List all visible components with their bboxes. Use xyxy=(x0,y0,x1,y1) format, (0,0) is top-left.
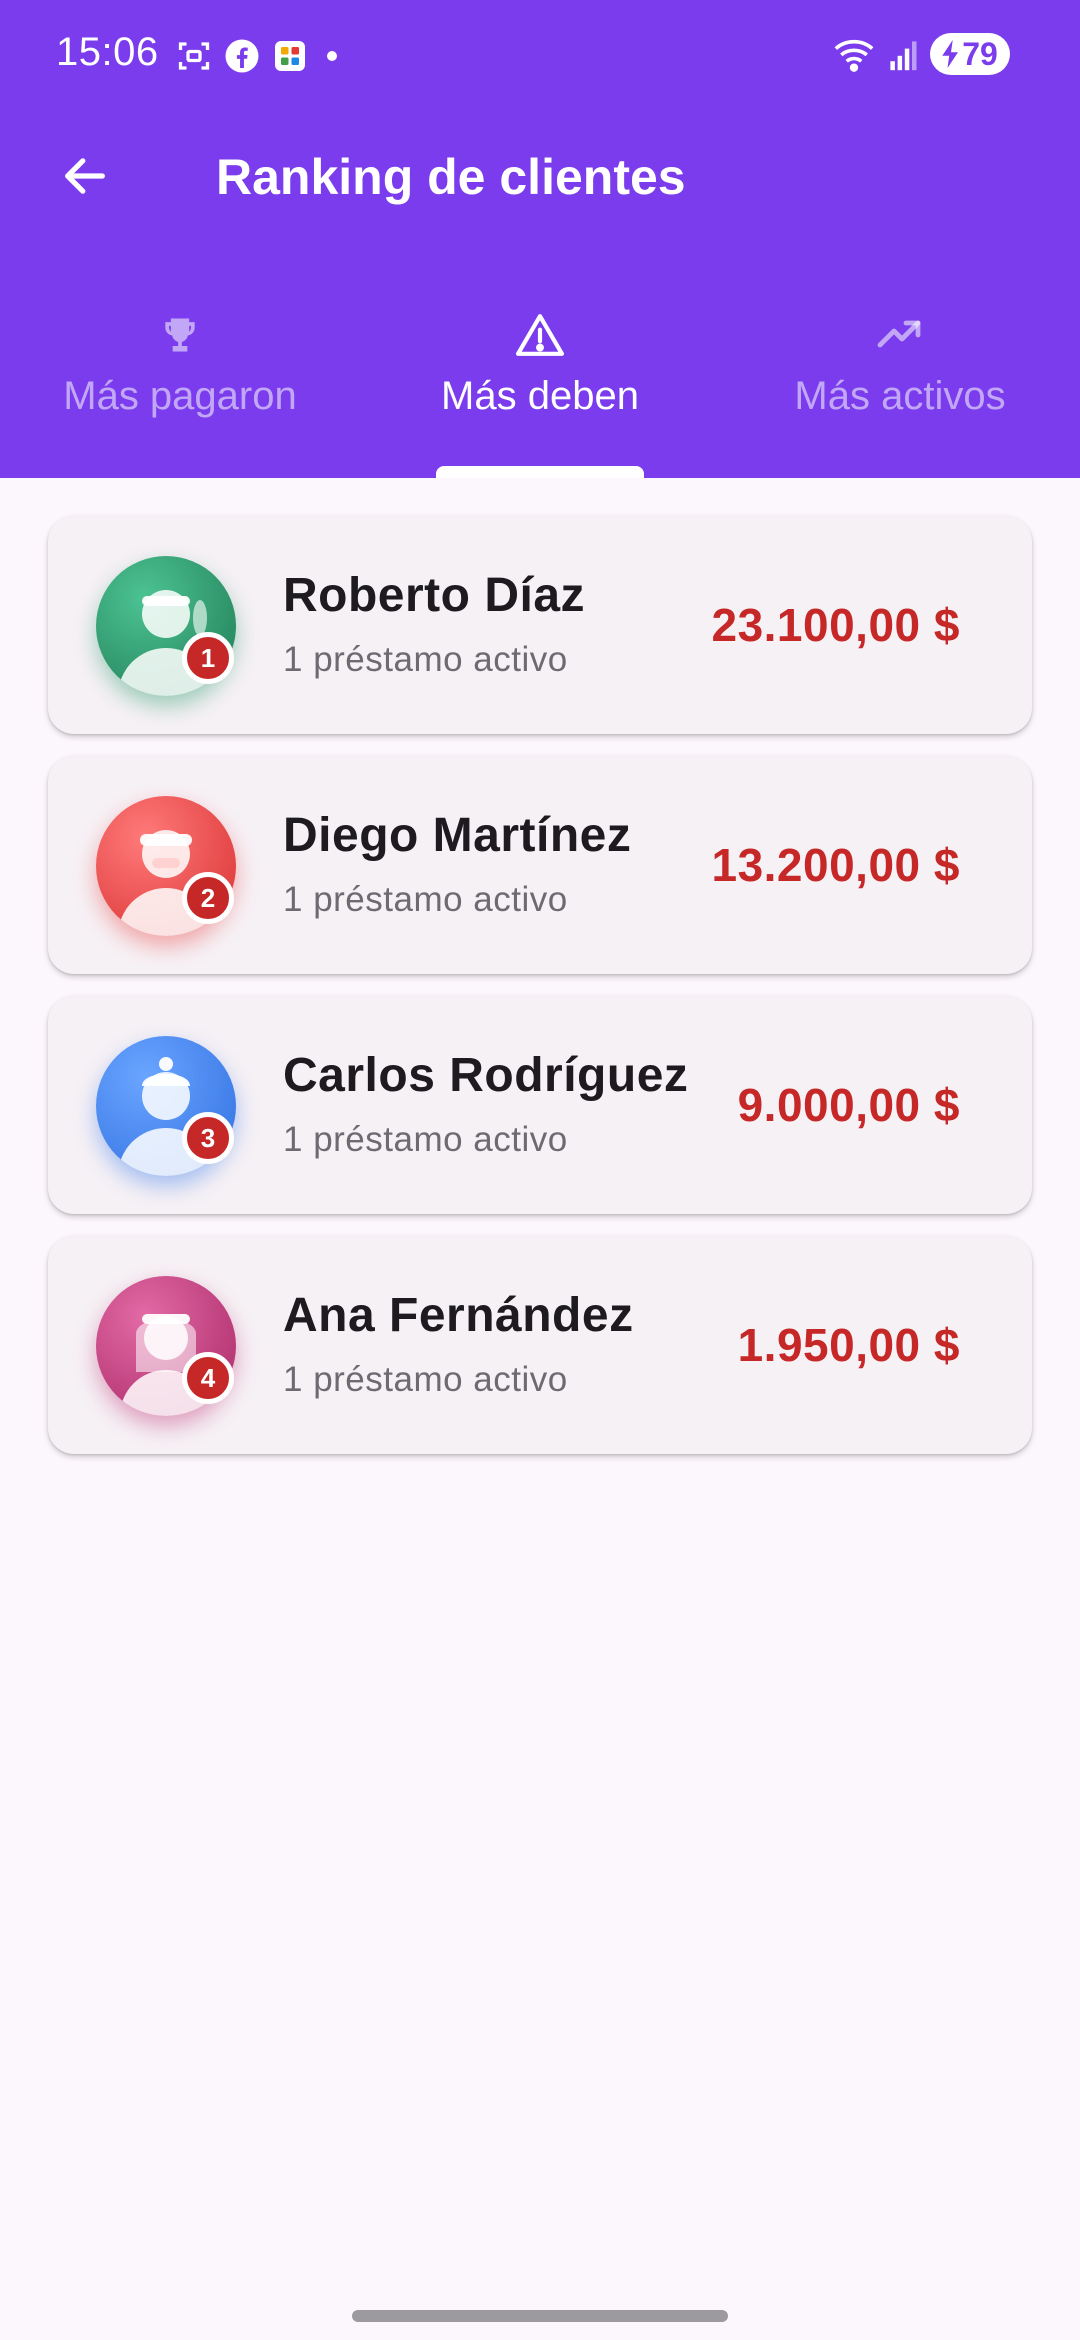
dot-icon xyxy=(327,51,337,61)
client-avatar: 4 xyxy=(96,1276,236,1416)
client-loan-count: 1 préstamo activo xyxy=(283,1360,568,1399)
screenshot-icon xyxy=(178,42,210,70)
debt-amount: 23.100,00 $ xyxy=(711,599,960,651)
client-name: Carlos Rodríguez xyxy=(283,1049,689,1102)
status-time: 15:06 xyxy=(56,30,159,74)
app-grid-icon xyxy=(275,41,305,71)
arrow-back-icon xyxy=(65,158,105,194)
battery-level: 79 xyxy=(962,35,998,72)
rank-badge: 4 xyxy=(182,1352,234,1404)
back-button[interactable] xyxy=(50,144,120,208)
tab-label: Más deben xyxy=(441,374,639,418)
debt-amount: 9.000,00 $ xyxy=(737,1079,960,1131)
status-bar: 15:06 79 xyxy=(0,0,1080,110)
top-app-header: 15:06 79 Ranking de clientes Más pagaron… xyxy=(0,0,1080,478)
status-system-icons: 79 xyxy=(832,32,1010,76)
battery-indicator: 79 xyxy=(930,33,1010,75)
rank-badge: 3 xyxy=(182,1112,234,1164)
rank-badge: 1 xyxy=(182,632,234,684)
client-loan-count: 1 préstamo activo xyxy=(283,1120,568,1159)
trophy-icon xyxy=(165,318,195,352)
active-tab-indicator xyxy=(436,466,644,478)
client-loan-count: 1 préstamo activo xyxy=(283,640,568,679)
rank-badge: 2 xyxy=(182,872,234,924)
client-avatar: 1 xyxy=(96,556,236,696)
warning-icon xyxy=(515,314,565,356)
client-card[interactable]: 3 Carlos Rodríguez 1 préstamo activo 9.0… xyxy=(48,996,1032,1214)
debt-amount: 1.950,00 $ xyxy=(737,1319,960,1371)
client-loan-count: 1 préstamo activo xyxy=(283,880,568,919)
tab-mas-pagaron[interactable]: Más pagaron xyxy=(0,300,360,478)
tab-label: Más activos xyxy=(794,374,1006,418)
tab-mas-activos[interactable]: Más activos xyxy=(720,300,1080,478)
facebook-icon xyxy=(225,39,259,73)
client-ranking-list: 1 Roberto Díaz 1 préstamo activo 23.100,… xyxy=(48,516,1032,1476)
client-avatar: 3 xyxy=(96,1036,236,1176)
trending-up-icon xyxy=(877,320,921,348)
wifi-icon xyxy=(834,39,874,72)
page-title: Ranking de clientes xyxy=(216,149,686,205)
home-indicator[interactable] xyxy=(352,2310,728,2322)
client-name: Ana Fernández xyxy=(283,1289,634,1342)
signal-icon xyxy=(890,41,917,71)
tab-bar: Más pagaron Más deben Más activos xyxy=(0,300,1080,478)
status-notification-icons xyxy=(176,36,344,76)
app-bar: Ranking de clientes xyxy=(0,120,1080,230)
client-card[interactable]: 4 Ana Fernández 1 préstamo activo 1.950,… xyxy=(48,1236,1032,1454)
client-name: Diego Martínez xyxy=(283,809,632,862)
client-card[interactable]: 2 Diego Martínez 1 préstamo activo 13.20… xyxy=(48,756,1032,974)
debt-amount: 13.200,00 $ xyxy=(711,839,960,891)
client-name: Roberto Díaz xyxy=(283,569,586,622)
client-avatar: 2 xyxy=(96,796,236,936)
client-card[interactable]: 1 Roberto Díaz 1 préstamo activo 23.100,… xyxy=(48,516,1032,734)
tab-mas-deben[interactable]: Más deben xyxy=(360,300,720,478)
tab-label: Más pagaron xyxy=(63,374,297,418)
charging-bolt-icon xyxy=(942,40,959,68)
